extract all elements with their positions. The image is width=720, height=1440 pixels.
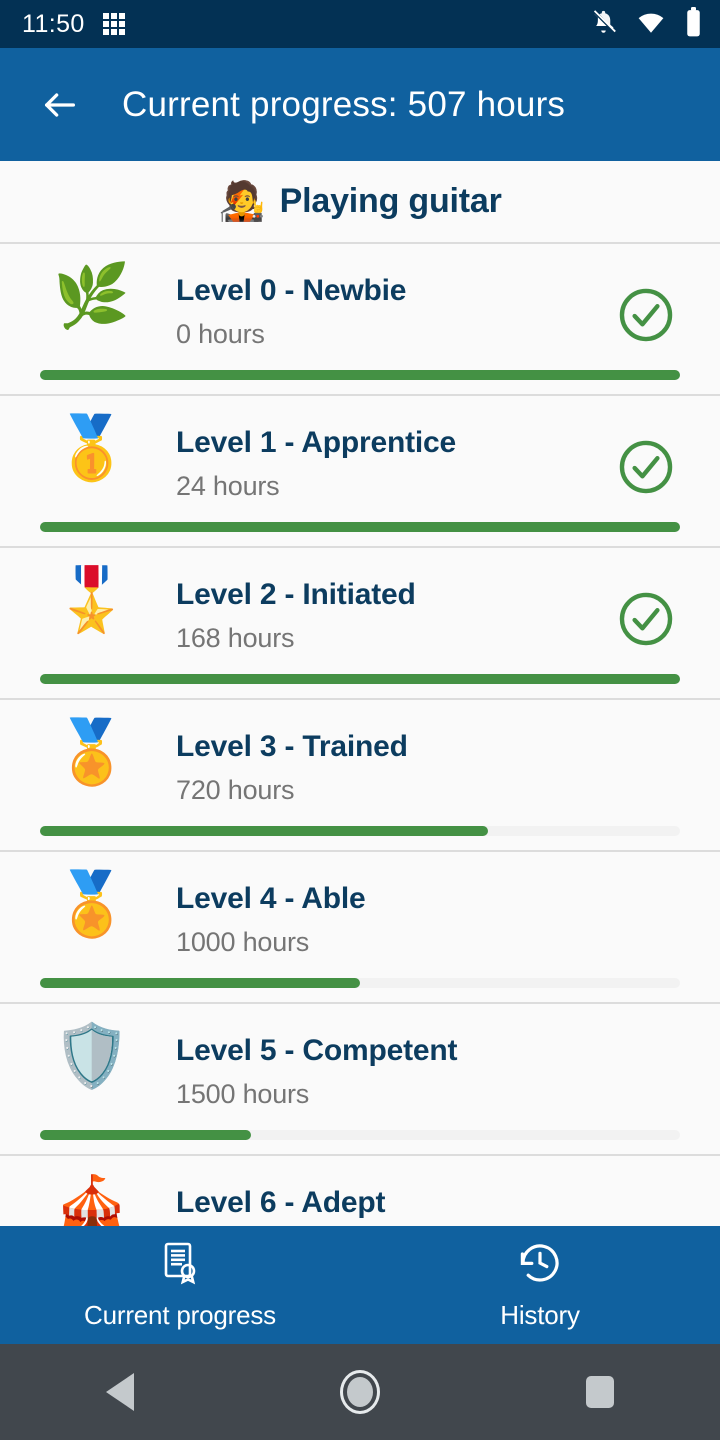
level-progress-fill [40,370,680,380]
notifications-off-icon [590,8,617,40]
level-title: Level 3 - Trained [176,730,408,763]
level-hours: 1000 hours [176,927,310,957]
laurel-leaves-emoji: 🌿 [53,262,131,331]
check-circle-icon [615,284,677,351]
level-text: Level 3 - Trained 720 hours [144,716,612,806]
content-area: 🧑‍🎤 Playing guitar 🌿 Level 0 - Newbie 0 ho… [0,161,720,1440]
level-status [612,412,680,503]
history-clock-icon [516,1239,564,1292]
first-place-medal-emoji: 🥇 [53,414,131,483]
level-status [612,564,680,655]
level-progress-track [40,370,680,380]
level-progress-fill [40,674,680,684]
level-status [612,716,680,740]
gold-medal-emoji: 🏅 [53,870,131,939]
status-bar-icons [590,6,702,42]
certificate-icon [156,1239,204,1292]
activity-header: 🧑‍🎤 Playing guitar [0,161,720,244]
level-title: Level 1 - Apprentice [176,426,456,459]
page-title: Current progress: 507 hours [122,84,566,124]
wifi-icon [636,8,666,40]
level-progress-track [40,826,680,836]
level-hours: 168 hours [176,623,295,653]
level-hours: 720 hours [176,775,295,805]
level-progress-track [40,674,680,684]
level-progress-fill [40,826,488,836]
level-title: Level 6 - Adept [176,1186,386,1219]
level-status [612,260,680,351]
level-progress-fill [40,1130,252,1140]
phone-screen: 11:50 [0,0,720,1440]
level-text: Level 1 - Apprentice 24 hours [144,412,612,502]
level-text: Level 4 - Able 1000 hours [144,868,612,958]
level-title: Level 5 - Competent [176,1034,458,1067]
level-text: Level 5 - Competent 1500 hours [144,1020,612,1110]
level-text: Level 0 - Newbie 0 hours [144,260,612,350]
guitarist-emoji: 🧑‍🎤 [218,180,266,223]
level-row[interactable]: 🏅 Level 4 - Able 1000 hours [0,852,720,1004]
level-title: Level 0 - Newbie [176,274,407,307]
nav-label-history: History [500,1300,580,1330]
nav-item-history[interactable]: History [360,1239,720,1331]
level-progress-fill [40,522,680,532]
sports-medal-emoji: 🏅 [53,718,131,787]
level-text: Level 6 - Adept [144,1172,612,1231]
military-medal-emoji: 🎖️ [53,566,131,635]
system-recents-button[interactable] [540,1344,660,1440]
battery-full-icon [685,6,702,42]
shield-badge-emoji: 🛡️ [53,1022,131,1091]
nav-item-current-progress[interactable]: Current progress [0,1239,360,1331]
activity-name: Playing guitar [279,182,502,220]
level-hours: 1500 hours [176,1079,310,1109]
level-status [612,1020,680,1044]
level-hours: 0 hours [176,319,265,349]
level-status [612,868,680,892]
level-row[interactable]: 🎖️ Level 2 - Initiated 168 hours [0,548,720,700]
bottom-navigation: Current progress History [0,1226,720,1344]
level-title: Level 4 - Able [176,882,366,915]
status-bar-clock: 11:50 [22,9,85,38]
status-bar: 11:50 [0,0,720,48]
level-text: Level 2 - Initiated 168 hours [144,564,612,654]
level-hours: 24 hours [176,471,280,501]
system-navigation-bar [0,1344,720,1440]
system-back-button[interactable] [60,1344,180,1440]
level-row[interactable]: 🌿 Level 0 - Newbie 0 hours [0,244,720,396]
check-circle-icon [615,588,677,655]
level-status [612,1172,680,1196]
apps-grid-icon [102,13,125,35]
level-row[interactable]: 🛡️ Level 5 - Competent 1500 hours [0,1004,720,1156]
level-row[interactable]: 🥇 Level 1 - Apprentice 24 hours [0,396,720,548]
system-home-button[interactable] [300,1344,420,1440]
check-circle-icon [615,436,677,503]
level-row[interactable]: 🏅 Level 3 - Trained 720 hours [0,700,720,852]
app-bar: Current progress: 507 hours [0,48,720,161]
nav-label-current-progress: Current progress [84,1300,276,1330]
level-progress-track [40,978,680,988]
level-progress-track [40,1130,680,1140]
back-button[interactable] [34,79,86,131]
level-progress-fill [40,978,360,988]
level-progress-track [40,522,680,532]
level-title: Level 2 - Initiated [176,578,416,611]
levels-list: 🌿 Level 0 - Newbie 0 hours 🥇 Level 1 - Appre… [0,244,720,1308]
